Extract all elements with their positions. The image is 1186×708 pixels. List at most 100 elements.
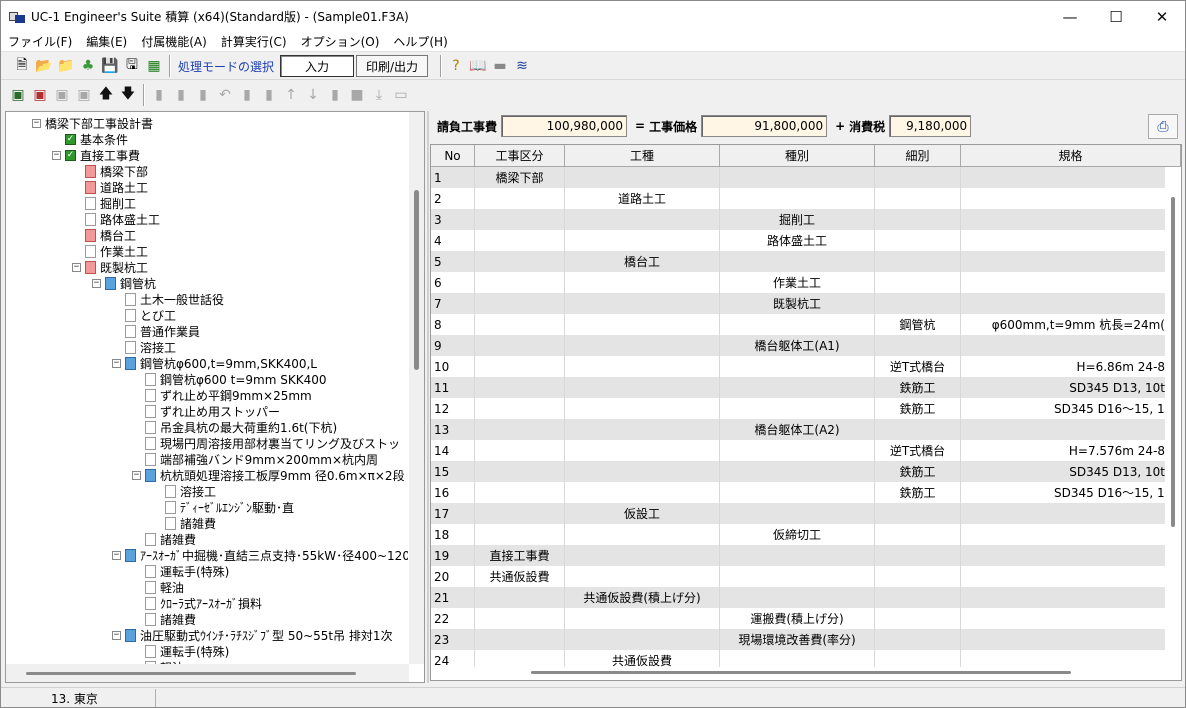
tree-node[interactable]: 作業土工 [72, 243, 148, 259]
table-cell[interactable] [961, 230, 1165, 251]
table-cell[interactable]: 逆T式橋台 [875, 356, 961, 377]
tree-node[interactable]: 溶接工 [152, 483, 216, 499]
table-cell[interactable]: H=7.576m 24-8-2 [961, 440, 1165, 461]
table-cell[interactable] [961, 251, 1165, 272]
table-cell[interactable] [720, 314, 875, 335]
tree-node[interactable]: ﾃﾞｨｰｾﾞﾙｴﾝｼﾞﾝ駆動･直 [152, 499, 294, 515]
tree-node[interactable]: とび工 [112, 307, 176, 323]
table-cell[interactable]: 3 [431, 209, 475, 230]
table-cell[interactable]: 16 [431, 482, 475, 503]
table-cell[interactable]: 既製杭工 [720, 293, 875, 314]
table-cell[interactable]: 鉄筋工 [875, 398, 961, 419]
table-cell[interactable]: 22 [431, 608, 475, 629]
table-cell[interactable] [875, 629, 961, 650]
table-row[interactable]: 12 鉄筋工 SD345 D16～15, 10t [431, 398, 1165, 419]
open-folder-icon[interactable]: 📂 [33, 55, 55, 77]
table-cell[interactable] [875, 188, 961, 209]
layers-icon[interactable]: ▭ [390, 84, 412, 106]
move-up-icon[interactable]: 🡅 [95, 84, 117, 106]
table-cell[interactable] [475, 377, 565, 398]
table-row[interactable]: 4 路体盛土工 [431, 230, 1165, 251]
table-cell[interactable]: SD345 D16～15, 10t [961, 482, 1165, 503]
table-row[interactable]: 3 掘削工 [431, 209, 1165, 230]
table-cell[interactable] [875, 566, 961, 587]
table-cell[interactable] [961, 188, 1165, 209]
table-cell[interactable] [565, 356, 720, 377]
close-button[interactable]: ✕ [1139, 1, 1185, 32]
menu-file[interactable]: ファイル(F) [1, 33, 79, 50]
table-cell[interactable]: 道路土工 [565, 188, 720, 209]
table-cell[interactable] [961, 272, 1165, 293]
table-cell[interactable]: 19 [431, 545, 475, 566]
table-row[interactable]: 17 仮設工 [431, 503, 1165, 524]
table-row[interactable]: 18 仮締切工 [431, 524, 1165, 545]
tree-node[interactable]: − 杭杭頭処理溶接工板厚9mm 径0.6m×π×2段 [132, 467, 405, 483]
table-row[interactable]: 24 共通仮設費 [431, 650, 1165, 667]
table-cell[interactable]: SD345 D13, 10t未 [961, 377, 1165, 398]
doc-up-icon[interactable]: ▮ [258, 84, 280, 106]
table-cell[interactable]: 鉄筋工 [875, 482, 961, 503]
tree-node[interactable]: − 鋼管杭 [92, 275, 156, 291]
table-row[interactable]: 8 鋼管杭 φ600mm,t=9mm 杭長=24m(杭 [431, 314, 1165, 335]
insert-child-icon[interactable]: ▮ [192, 84, 214, 106]
tree-node[interactable]: 普通作業員 [112, 323, 200, 339]
tree-node[interactable]: ｸﾛｰﾗ式ｱｰｽｵｰｶﾞ損料 [132, 595, 262, 611]
tree-view[interactable]: − 橋梁下部工事設計書 ✓ 基本条件 − ✓ 直接工事費 橋梁下部 道路土工 掘削工 路体盛土工 橋台… [6, 112, 408, 664]
table-cell[interactable]: 11 [431, 377, 475, 398]
table-cell[interactable]: 鉄筋工 [875, 461, 961, 482]
table-row[interactable]: 11 鉄筋工SD345 D13, 10t未 [431, 377, 1165, 398]
table-row[interactable]: 7 既製杭工 [431, 293, 1165, 314]
table-cell[interactable]: 8 [431, 314, 475, 335]
table-row[interactable]: 10 逆T式橋台H=6.86m 24-8-2 [431, 356, 1165, 377]
tree-node[interactable]: 現場円周溶接用部材裏当てリング及びストッ [132, 435, 400, 451]
doc-icon[interactable]: ▮ [236, 84, 258, 106]
table-cell[interactable] [565, 608, 720, 629]
table-cell[interactable] [875, 209, 961, 230]
menu-calc[interactable]: 計算実行(C) [214, 33, 294, 50]
table-cell[interactable]: 10 [431, 356, 475, 377]
grid-horizontal-scrollbar[interactable] [431, 667, 1181, 680]
table-cell[interactable] [720, 503, 875, 524]
tree-expander-icon[interactable]: − [52, 150, 61, 160]
tree-node[interactable]: ずれ止め用ストッパー [132, 403, 280, 419]
table-cell[interactable] [720, 650, 875, 667]
table-cell[interactable]: 9 [431, 335, 475, 356]
table-cell[interactable] [875, 167, 961, 188]
table-cell[interactable] [475, 440, 565, 461]
table-cell[interactable]: 掘削工 [720, 209, 875, 230]
menu-addon[interactable]: 付属機能(A) [134, 33, 214, 50]
table-cell[interactable]: 運搬費(積上げ分) [720, 608, 875, 629]
table-row[interactable]: 5 橋台工 [431, 251, 1165, 272]
table-cell[interactable] [475, 524, 565, 545]
table-cell[interactable]: 1 [431, 167, 475, 188]
table-cell[interactable] [875, 335, 961, 356]
table-cell[interactable]: SD345 D13, 10t未 [961, 461, 1165, 482]
table-cell[interactable] [961, 419, 1165, 440]
move-down-icon[interactable]: 🡇 [117, 84, 139, 106]
minimize-button[interactable]: — [1047, 1, 1093, 32]
table-cell[interactable] [720, 398, 875, 419]
table-cell[interactable] [565, 545, 720, 566]
table-cell[interactable]: 14 [431, 440, 475, 461]
table-cell[interactable] [565, 461, 720, 482]
table-cell[interactable]: 17 [431, 503, 475, 524]
tree-node[interactable]: 端部補強バンド9mm×200mm×杭内周 [132, 451, 378, 467]
table-cell[interactable] [565, 230, 720, 251]
table-cell[interactable] [720, 587, 875, 608]
table-cell[interactable]: 現場環境改善費(率分) [720, 629, 875, 650]
table-row[interactable]: 19 直接工事費 [431, 545, 1165, 566]
insert-icon[interactable]: ▮ [148, 84, 170, 106]
table-cell[interactable]: 4 [431, 230, 475, 251]
tree-node[interactable]: 溶接工 [112, 339, 176, 355]
table-cell[interactable] [961, 293, 1165, 314]
table-cell[interactable] [475, 398, 565, 419]
table-cell[interactable]: 共通仮設費 [565, 650, 720, 667]
table-cell[interactable] [475, 629, 565, 650]
table-cell[interactable] [720, 251, 875, 272]
table-cell[interactable] [875, 419, 961, 440]
table-row[interactable]: 1 橋梁下部 [431, 167, 1165, 188]
open-sample-icon[interactable]: 📁 [55, 55, 77, 77]
excel-export-icon[interactable]: ▦ [143, 55, 165, 77]
table-cell[interactable]: 仮締切工 [720, 524, 875, 545]
input-mode-button[interactable]: 入力 [280, 55, 355, 77]
